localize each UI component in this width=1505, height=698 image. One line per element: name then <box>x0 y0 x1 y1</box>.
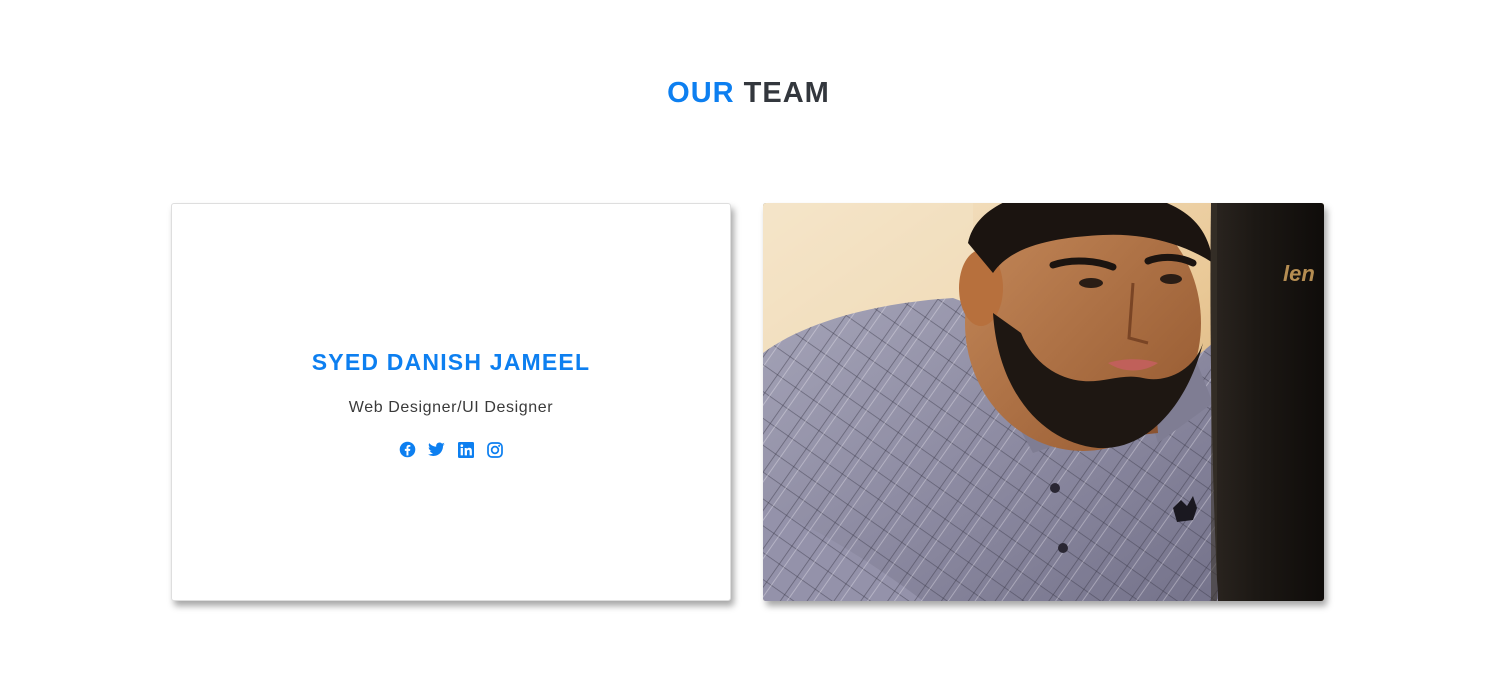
twitter-icon <box>428 442 445 457</box>
member-role: Web Designer/UI Designer <box>348 399 554 416</box>
section-title-accent: OUR <box>667 77 735 109</box>
instagram-link[interactable] <box>485 440 504 459</box>
team-page: OUR TEAM SYED DANISH JAMEEL Web Designer… <box>0 0 1505 698</box>
linkedin-link[interactable] <box>456 440 475 459</box>
linkedin-icon <box>457 441 474 458</box>
member-photo-image: len <box>763 203 1324 601</box>
monitor-brand-text: len <box>1283 261 1315 286</box>
member-name: SYED DANISH JAMEEL <box>311 349 591 375</box>
section-title: OUR TEAM <box>0 74 1497 112</box>
facebook-link[interactable] <box>398 440 417 459</box>
twitter-link[interactable] <box>427 440 446 459</box>
section-title-rest: TEAM <box>743 77 830 109</box>
member-info-card: SYED DANISH JAMEEL Web Designer/UI Desig… <box>171 203 731 601</box>
social-links <box>172 440 730 459</box>
facebook-icon <box>399 441 416 458</box>
instagram-icon <box>486 441 503 458</box>
member-photo: len <box>763 203 1324 601</box>
